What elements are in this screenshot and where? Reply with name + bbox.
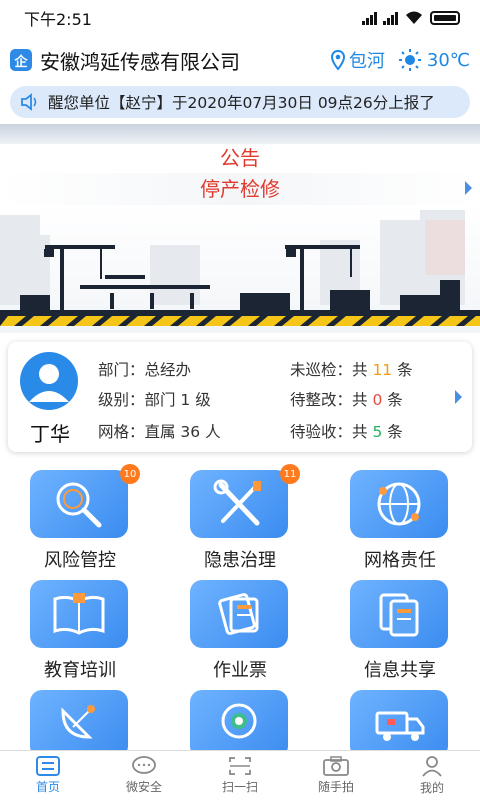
tile-label: 网格责任	[364, 550, 436, 571]
tile-label: 隐患治理	[204, 550, 276, 571]
announcement-title: 公告	[220, 146, 260, 170]
location-label: 包河	[348, 51, 385, 72]
pending-accept-prefix: 待验收：共	[290, 423, 373, 441]
wifi-icon	[406, 11, 422, 24]
pending-patrol-suffix: 条	[392, 361, 413, 379]
location-pin-icon	[330, 50, 345, 70]
status-bar: 下午2:51	[0, 0, 480, 36]
tile-label: 作业票	[213, 660, 267, 681]
signal-icon	[362, 11, 377, 25]
battery-icon	[430, 11, 460, 25]
pending-accept-stat[interactable]: 待验收：共 5 条	[290, 420, 403, 442]
pending-accept-count: 5	[372, 423, 383, 441]
grid-label: 网格：直属 36 人	[98, 423, 221, 441]
tab-label: 我的	[419, 781, 444, 795]
tile-label: 信息共享	[364, 660, 436, 681]
tab-snapshot[interactable]: 随手拍	[288, 751, 384, 800]
user-icon	[422, 756, 442, 777]
pending-fix-stat[interactable]: 待整改：共 0 条	[290, 388, 403, 410]
satellite-dish-icon	[30, 690, 128, 758]
avatar	[20, 352, 78, 410]
tab-scan[interactable]: 扫一扫	[192, 751, 288, 800]
notice-text: 醒您单位【赵宁】于2020年07月30日 09点26分上报了	[48, 94, 435, 112]
camera-icon	[190, 690, 288, 758]
documents-icon	[350, 580, 448, 648]
tools-icon	[190, 470, 288, 538]
camera-icon	[323, 756, 349, 776]
tile-label: 风险管控	[44, 550, 116, 571]
tile-label: 教育培训	[44, 660, 116, 681]
temperature-label: 30℃	[426, 49, 470, 71]
company-name: 安徽鸿延传感有限公司	[40, 49, 240, 74]
truck-icon	[350, 690, 448, 758]
tile-hazard-treatment[interactable]: 11 隐患治理	[160, 464, 320, 580]
pending-fix-prefix: 待整改：共	[290, 391, 373, 409]
tab-label: 首页	[35, 780, 60, 794]
department-label: 部门：总经办	[98, 361, 192, 379]
tile-risk-control[interactable]: 10 风险管控	[0, 464, 160, 580]
pending-patrol-stat[interactable]: 未巡检：共 11 条	[290, 358, 413, 380]
announcement-headline-row[interactable]: 停产检修	[0, 173, 480, 205]
scan-icon	[229, 757, 251, 775]
profile-card[interactable]: 丁华 部门：总经办 级别：部门 1 级 网格：直属 36 人 未巡检：共 11 …	[8, 342, 472, 452]
weather-widget: 30℃	[398, 49, 470, 71]
tickets-icon	[190, 580, 288, 648]
pending-fix-count: 0	[372, 391, 383, 409]
user-name: 丁华	[30, 422, 70, 446]
tab-label: 随手拍	[317, 780, 354, 794]
hazard-treatment-badge: 11	[280, 464, 300, 484]
tile-grid-responsibility[interactable]: 网格责任	[320, 470, 480, 580]
chevron-right-icon	[465, 181, 472, 195]
tab-mine[interactable]: 我的	[384, 751, 480, 800]
tab-label: 扫一扫	[221, 780, 258, 794]
notice-marquee[interactable]: 醒您单位【赵宁】于2020年07月30日 09点26分上报了	[10, 86, 470, 118]
tile-work-ticket[interactable]: 作业票	[160, 580, 320, 690]
construction-banner-image	[0, 205, 480, 333]
status-time: 下午2:51	[24, 10, 92, 29]
tile-education-training[interactable]: 教育培训	[0, 580, 160, 690]
network-globe-icon	[350, 470, 448, 538]
pending-patrol-count: 11	[372, 361, 393, 379]
tab-home[interactable]: 首页	[0, 751, 96, 800]
announcement-headline: 停产检修	[200, 177, 280, 201]
construction-illustration	[0, 210, 480, 326]
app-header: 企 安徽鸿延传感有限公司 包河 30℃	[0, 38, 480, 82]
tab-label: 微安全	[125, 780, 162, 794]
company-logo-icon: 企	[10, 49, 32, 71]
magnifier-icon	[30, 470, 128, 538]
speaker-icon	[21, 93, 37, 111]
signal-icon	[383, 11, 398, 25]
tab-micro-safety[interactable]: 微安全	[96, 751, 192, 800]
book-icon	[30, 580, 128, 648]
banner-divider	[0, 124, 480, 144]
risk-control-badge: 10	[120, 464, 140, 484]
tile-info-sharing[interactable]: 信息共享	[320, 580, 480, 690]
sun-icon	[398, 49, 421, 71]
chevron-right-icon	[455, 390, 462, 404]
pending-fix-suffix: 条	[382, 391, 403, 409]
chat-bubble-icon	[132, 756, 156, 774]
system-icons	[362, 10, 460, 26]
user-avatar-icon	[29, 364, 69, 402]
pending-patrol-prefix: 未巡检：共	[290, 361, 373, 379]
location-selector[interactable]: 包河	[330, 47, 385, 73]
bottom-tab-bar: 首页 微安全 扫一扫 随手拍 我的	[0, 750, 480, 800]
home-list-icon	[36, 756, 60, 776]
pending-accept-suffix: 条	[382, 423, 403, 441]
level-label: 级别：部门 1 级	[98, 391, 211, 409]
